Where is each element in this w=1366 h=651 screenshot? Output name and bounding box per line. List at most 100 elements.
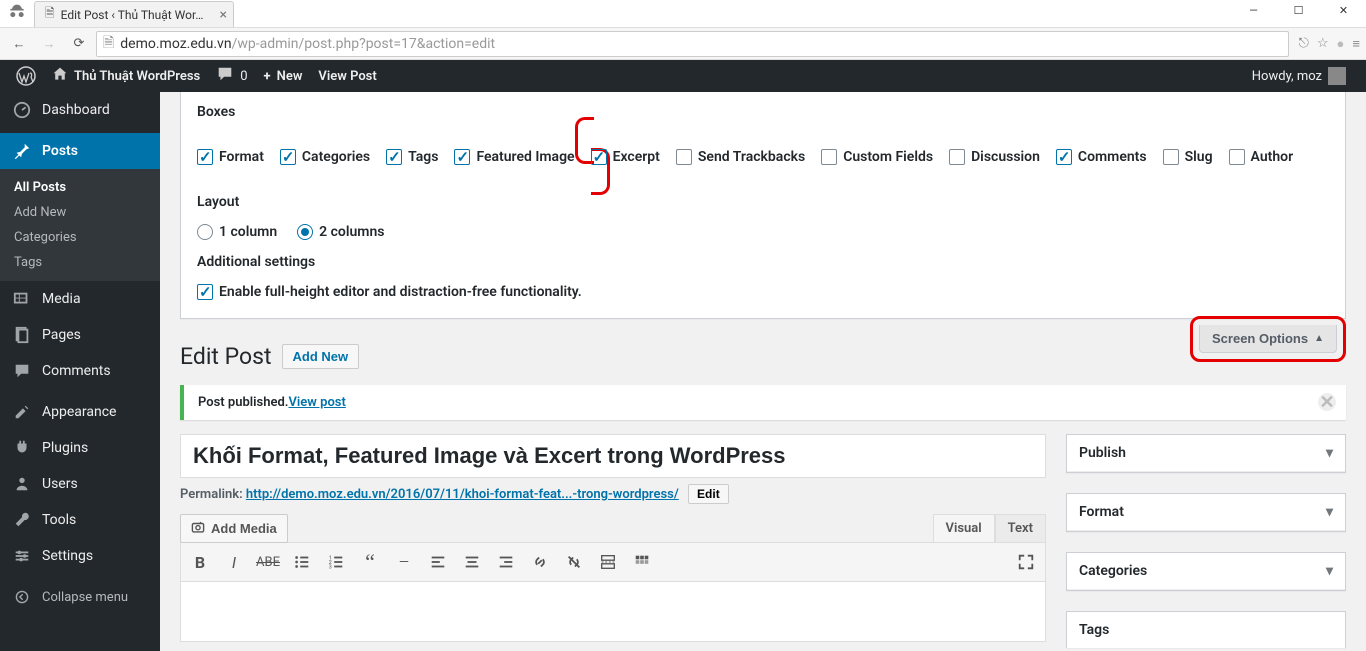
checkbox-excerpt[interactable]: Excerpt: [591, 149, 660, 165]
tab-text[interactable]: Text: [995, 514, 1046, 542]
submenu-all-posts[interactable]: All Posts: [0, 175, 160, 200]
submenu-tags[interactable]: Tags: [0, 250, 160, 275]
view-post-link[interactable]: View Post: [310, 60, 384, 92]
hr-button[interactable]: —: [391, 549, 417, 575]
menu-settings[interactable]: Settings: [0, 538, 160, 574]
editor-content[interactable]: [180, 582, 1046, 642]
tags-box-header[interactable]: Tags: [1067, 612, 1345, 648]
editor-toolbar: B I ABE 123 “ —: [180, 542, 1046, 582]
back-button[interactable]: ←: [6, 31, 32, 57]
permalink-label: Permalink:: [180, 487, 246, 502]
page-heading-row: Edit Post Add New: [160, 319, 1366, 380]
chevron-down-icon[interactable]: ▾: [1326, 445, 1333, 461]
translate-icon[interactable]: ⎋: [1299, 36, 1309, 52]
dismiss-icon[interactable]: ✕: [1318, 393, 1336, 411]
tab-visual[interactable]: Visual: [933, 514, 995, 542]
bold-button[interactable]: B: [187, 549, 213, 575]
close-button[interactable]: ✕: [1321, 0, 1366, 20]
categories-box-header[interactable]: Categories▾: [1067, 553, 1345, 590]
menu-users[interactable]: Users: [0, 466, 160, 502]
omnibox[interactable]: 🗎 demo.moz.edu.vn/wp-admin/post.php?post…: [96, 31, 1289, 57]
permalink-url[interactable]: http://demo.moz.edu.vn/2016/07/11/khoi-f…: [246, 487, 679, 502]
italic-button[interactable]: I: [221, 549, 247, 575]
checkbox-slug[interactable]: Slug: [1163, 149, 1213, 165]
comments-link[interactable]: 0: [208, 60, 255, 92]
chevron-down-icon[interactable]: ▾: [1326, 563, 1333, 579]
screen-options-toggle[interactable]: Screen Options ▲: [1199, 325, 1337, 353]
reload-button[interactable]: ⟳: [66, 31, 92, 57]
numbered-list-button[interactable]: 123: [323, 549, 349, 575]
strikethrough-button[interactable]: ABE: [255, 549, 281, 575]
permalink-edit-button[interactable]: Edit: [688, 484, 729, 504]
checkbox-discussion[interactable]: Discussion: [949, 149, 1040, 165]
checkbox-label: Format: [219, 149, 264, 165]
checkbox-author[interactable]: Author: [1229, 149, 1294, 165]
howdy-text: Howdy, moz: [1252, 69, 1322, 84]
readmore-button[interactable]: [595, 549, 621, 575]
maximize-button[interactable]: ☐: [1276, 0, 1321, 20]
checkbox-full-height[interactable]: Enable full-height editor and distractio…: [197, 284, 1329, 300]
view-post-label: View Post: [318, 69, 376, 84]
chevron-down-icon[interactable]: ▾: [1326, 504, 1333, 520]
menu-appearance[interactable]: Appearance: [0, 394, 160, 430]
post-title-input[interactable]: [180, 434, 1046, 478]
svg-text:3: 3: [329, 564, 332, 570]
wp-body: Dashboard Posts All Posts Add New Catego…: [0, 92, 1366, 651]
checkbox-tags[interactable]: Tags: [386, 149, 438, 165]
postbox-title: Publish: [1079, 445, 1126, 461]
checkbox-custom-fields[interactable]: Custom Fields: [821, 149, 933, 165]
submenu-categories[interactable]: Categories: [0, 225, 160, 250]
menu-dashboard[interactable]: Dashboard: [0, 92, 160, 128]
menu-plugins[interactable]: Plugins: [0, 430, 160, 466]
publish-box-header[interactable]: Publish ▾: [1067, 435, 1345, 472]
menu-pages[interactable]: Pages: [0, 317, 160, 353]
url-host: demo.moz.edu.vn: [120, 36, 231, 52]
new-content-link[interactable]: + New: [256, 60, 311, 92]
checkbox-categories[interactable]: Categories: [280, 149, 370, 165]
unlink-button[interactable]: [561, 549, 587, 575]
settings-icon: [12, 546, 32, 566]
link-button[interactable]: [527, 549, 553, 575]
pin-icon: [12, 141, 32, 161]
bullet-list-button[interactable]: [289, 549, 315, 575]
menu-media[interactable]: Media: [0, 281, 160, 317]
checkbox-featured-image[interactable]: Featured Image: [454, 149, 574, 165]
howdy-link[interactable]: Howdy, moz: [1244, 60, 1354, 92]
radio-1-column[interactable]: 1 column: [197, 224, 277, 240]
close-icon[interactable]: ×: [220, 7, 227, 23]
menu-posts[interactable]: Posts: [0, 133, 160, 169]
blockquote-button[interactable]: “: [357, 549, 383, 575]
site-name-link[interactable]: Thủ Thuật WordPress: [44, 60, 208, 92]
checkbox-format[interactable]: Format: [197, 149, 264, 165]
checkbox-comments[interactable]: Comments: [1056, 149, 1147, 165]
minimize-button[interactable]: —: [1231, 0, 1276, 20]
menu-comments[interactable]: Comments: [0, 353, 160, 389]
radio-2-columns[interactable]: 2 columns: [297, 224, 384, 240]
postbox-title: Tags: [1079, 622, 1109, 638]
collapse-label: Collapse menu: [42, 590, 128, 605]
menu-tools[interactable]: Tools: [0, 502, 160, 538]
checkbox-send-trackbacks[interactable]: Send Trackbacks: [676, 149, 805, 165]
menu-label: Settings: [42, 548, 93, 564]
wp-logo[interactable]: [8, 60, 44, 92]
menu-icon[interactable]: ≡: [1352, 36, 1360, 52]
add-media-button[interactable]: Add Media: [180, 514, 288, 543]
appearance-icon: [12, 402, 32, 422]
format-box-header[interactable]: Format▾: [1067, 494, 1345, 531]
toolbar-toggle-button[interactable]: [629, 549, 655, 575]
align-right-button[interactable]: [493, 549, 519, 575]
align-left-button[interactable]: [425, 549, 451, 575]
browser-tab[interactable]: 🗎 Edit Post ‹ Thủ Thuật Wor… ×: [34, 1, 234, 27]
submenu-add-new[interactable]: Add New: [0, 200, 160, 225]
bookmark-icon[interactable]: ☆: [1317, 36, 1329, 52]
view-post-link[interactable]: View post: [288, 395, 345, 410]
pages-icon: [12, 325, 32, 345]
collapse-menu[interactable]: Collapse menu: [0, 579, 160, 615]
profile-icon[interactable]: ●: [1337, 36, 1345, 52]
align-center-button[interactable]: [459, 549, 485, 575]
forward-button[interactable]: →: [36, 31, 62, 57]
fullscreen-button[interactable]: [1013, 549, 1039, 575]
triangle-up-icon: ▲: [1314, 333, 1324, 344]
menu-label: Media: [42, 291, 81, 307]
add-new-button[interactable]: Add New: [282, 344, 360, 369]
